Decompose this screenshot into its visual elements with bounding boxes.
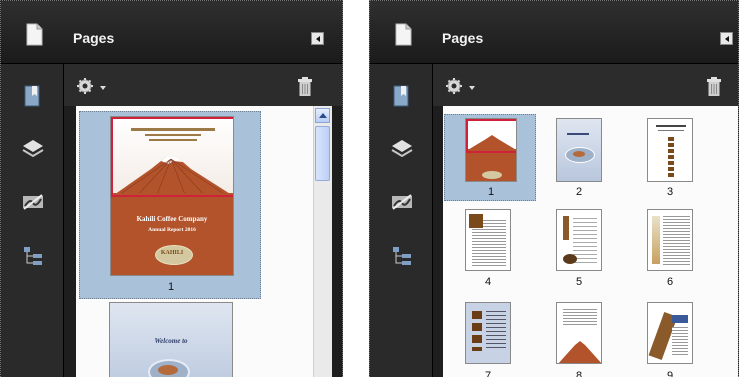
content-tree-icon[interactable] xyxy=(390,244,414,268)
panel-title: Pages xyxy=(442,30,484,46)
bookmarks-icon[interactable] xyxy=(21,84,45,108)
bookmarks-icon[interactable] xyxy=(390,84,414,108)
pages-panel-left: Pages Kahili Coffee Company Annual Repor… xyxy=(0,0,343,377)
collapse-panel-button[interactable] xyxy=(720,32,733,45)
options-gear-icon[interactable] xyxy=(445,77,465,95)
panel-header: Pages xyxy=(1,1,342,64)
page-thumbnail-7[interactable] xyxy=(465,302,511,364)
page-thumbnail-9[interactable] xyxy=(647,302,693,364)
page-view-box[interactable] xyxy=(466,119,516,153)
layers-icon[interactable] xyxy=(390,136,414,160)
options-chevron-down-icon[interactable] xyxy=(469,86,475,90)
delete-trash-icon[interactable] xyxy=(297,77,313,97)
page-number-label: 4 xyxy=(484,276,492,288)
thumbnails-area: Kahili Coffee Company Annual Report 2016… xyxy=(76,106,332,377)
signatures-icon[interactable] xyxy=(390,190,414,214)
scroll-thumb[interactable] xyxy=(315,126,330,181)
delete-trash-icon[interactable] xyxy=(706,77,722,97)
page-number-label: 6 xyxy=(666,276,674,288)
page-thumbnail-1[interactable] xyxy=(465,118,517,182)
page-number-label: 1 xyxy=(487,186,495,198)
page-number-label: 7 xyxy=(484,370,492,377)
page-thumbnail-2[interactable]: Welcome to xyxy=(109,302,233,377)
document-pages-icon xyxy=(395,23,412,46)
signatures-icon[interactable] xyxy=(21,190,45,214)
cover-body: Kahili Coffee Company Annual Report 2016… xyxy=(111,193,233,275)
panel-header: Pages xyxy=(370,1,738,64)
page-thumbnail-2[interactable] xyxy=(556,118,602,182)
collapse-panel-button[interactable] xyxy=(311,32,324,45)
panel-toolbar xyxy=(433,64,738,106)
cover-seal-text: KAHILI xyxy=(160,250,184,256)
page-number-label: 9 xyxy=(666,370,674,377)
scroll-up-button[interactable] xyxy=(315,108,330,123)
options-gear-icon[interactable] xyxy=(76,77,96,95)
page-number-label: 2 xyxy=(575,186,583,198)
page-thumbnail-4[interactable] xyxy=(465,209,511,271)
document-pages-icon xyxy=(26,23,43,46)
layers-icon[interactable] xyxy=(21,136,45,160)
navigation-bar xyxy=(1,64,64,377)
pages-panel-right: Pages 1 2 3 4 5 6 7 8 9 xyxy=(369,0,739,377)
page-number-label: 1 xyxy=(167,281,175,293)
page-number-label: 8 xyxy=(575,370,583,377)
page2-heading: Welcome to xyxy=(154,337,188,345)
page-thumbnail-3[interactable] xyxy=(647,118,693,182)
page-thumbnail-cover[interactable]: Kahili Coffee Company Annual Report 2016… xyxy=(110,116,234,276)
page-thumbnail-8[interactable] xyxy=(556,302,602,364)
cover-report-title: Annual Report 2016 xyxy=(148,227,196,233)
panel-title: Pages xyxy=(73,30,115,46)
page-number-label: 3 xyxy=(666,186,674,198)
panel-toolbar xyxy=(64,64,342,106)
thumbnails-grid: 1 2 3 4 5 6 7 8 9 xyxy=(443,106,738,377)
navigation-bar xyxy=(370,64,433,377)
page-thumbnail-5[interactable] xyxy=(556,209,602,271)
thumbnail-selected[interactable]: Kahili Coffee Company Annual Report 2016… xyxy=(79,111,261,299)
page-view-box[interactable] xyxy=(111,117,233,197)
options-chevron-down-icon[interactable] xyxy=(100,86,106,90)
page-number-label: 5 xyxy=(575,276,583,288)
cover-company-name: Kahili Coffee Company xyxy=(136,215,208,223)
content-tree-icon[interactable] xyxy=(21,244,45,268)
vertical-scrollbar[interactable] xyxy=(313,106,332,377)
page-thumbnail-6[interactable] xyxy=(647,209,693,271)
